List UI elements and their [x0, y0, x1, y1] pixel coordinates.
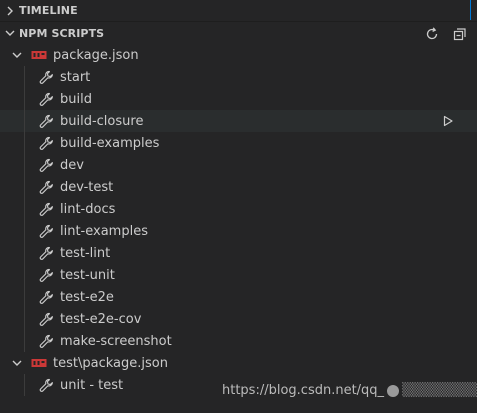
package-label: package.json	[53, 47, 139, 63]
script-label: test-lint	[60, 245, 111, 261]
script-label: test-e2e-cov	[60, 311, 142, 327]
watermark: https://blog.csdn.net/qq_ ▒▒▒▒▒▒▒▒ 3	[222, 383, 477, 398]
collapse-all-icon[interactable]	[451, 25, 469, 43]
script-item[interactable]: dev-test	[0, 176, 477, 198]
script-label: start	[60, 69, 91, 85]
script-label: build	[60, 91, 92, 107]
timeline-panel-header[interactable]: TIMELINE	[0, 0, 477, 22]
script-item[interactable]: test-e2e	[0, 286, 477, 308]
chevron-down-icon	[9, 47, 25, 63]
script-item[interactable]: build	[0, 88, 477, 110]
wrench-icon	[38, 377, 54, 393]
chevron-down-icon	[9, 355, 25, 371]
watermark-badge-icon	[387, 384, 400, 397]
focus-border	[470, 0, 471, 20]
wrench-icon	[38, 333, 54, 349]
script-label: lint-docs	[60, 201, 116, 217]
wrench-icon	[38, 267, 54, 283]
chevron-down-icon	[2, 25, 18, 41]
wrench-icon	[38, 69, 54, 85]
package-label: test\package.json	[53, 355, 168, 371]
wrench-icon	[38, 201, 54, 217]
script-item[interactable]: lint-examples	[0, 220, 477, 242]
npm-scripts-panel-header[interactable]: NPM SCRIPTS	[0, 22, 477, 44]
script-label: test-e2e	[60, 289, 114, 305]
watermark-text: https://blog.csdn.net/qq_	[222, 383, 385, 398]
script-item[interactable]: start	[0, 66, 477, 88]
script-item[interactable]: lint-docs	[0, 198, 477, 220]
script-item[interactable]: test-e2e-cov	[0, 308, 477, 330]
wrench-icon	[38, 245, 54, 261]
indent-guide	[24, 374, 25, 396]
npm-package-icon	[31, 355, 47, 371]
script-label: build-examples	[60, 135, 160, 151]
watermark-blurred-text: ▒▒▒▒▒▒▒▒	[402, 383, 477, 398]
wrench-icon	[38, 135, 54, 151]
wrench-icon	[38, 179, 54, 195]
script-item[interactable]: build-closure	[0, 110, 477, 132]
npm-package-icon	[31, 47, 47, 63]
script-label: lint-examples	[60, 223, 148, 239]
wrench-icon	[38, 113, 54, 129]
wrench-icon	[38, 311, 54, 327]
script-label: dev-test	[60, 179, 114, 195]
package-node[interactable]: test\package.json	[0, 352, 477, 374]
script-label: unit - test	[60, 377, 124, 393]
script-item[interactable]: build-examples	[0, 132, 477, 154]
wrench-icon	[38, 289, 54, 305]
script-label: dev	[60, 157, 84, 173]
script-label: test-unit	[60, 267, 115, 283]
wrench-icon	[38, 157, 54, 173]
wrench-icon	[38, 223, 54, 239]
npm-scripts-title: NPM SCRIPTS	[19, 26, 105, 40]
script-item[interactable]: test-lint	[0, 242, 477, 264]
refresh-icon[interactable]	[423, 25, 441, 43]
package-node[interactable]: package.json	[0, 44, 477, 66]
timeline-title: TIMELINE	[19, 4, 78, 17]
script-label: build-closure	[60, 113, 144, 129]
wrench-icon	[38, 91, 54, 107]
chevron-right-icon	[2, 3, 18, 19]
indent-guide	[24, 66, 25, 352]
run-script-play-icon[interactable]	[440, 113, 456, 129]
script-item[interactable]: test-unit	[0, 264, 477, 286]
script-label: make-screenshot	[60, 333, 172, 349]
script-item[interactable]: make-screenshot	[0, 330, 477, 352]
script-item[interactable]: dev	[0, 154, 477, 176]
